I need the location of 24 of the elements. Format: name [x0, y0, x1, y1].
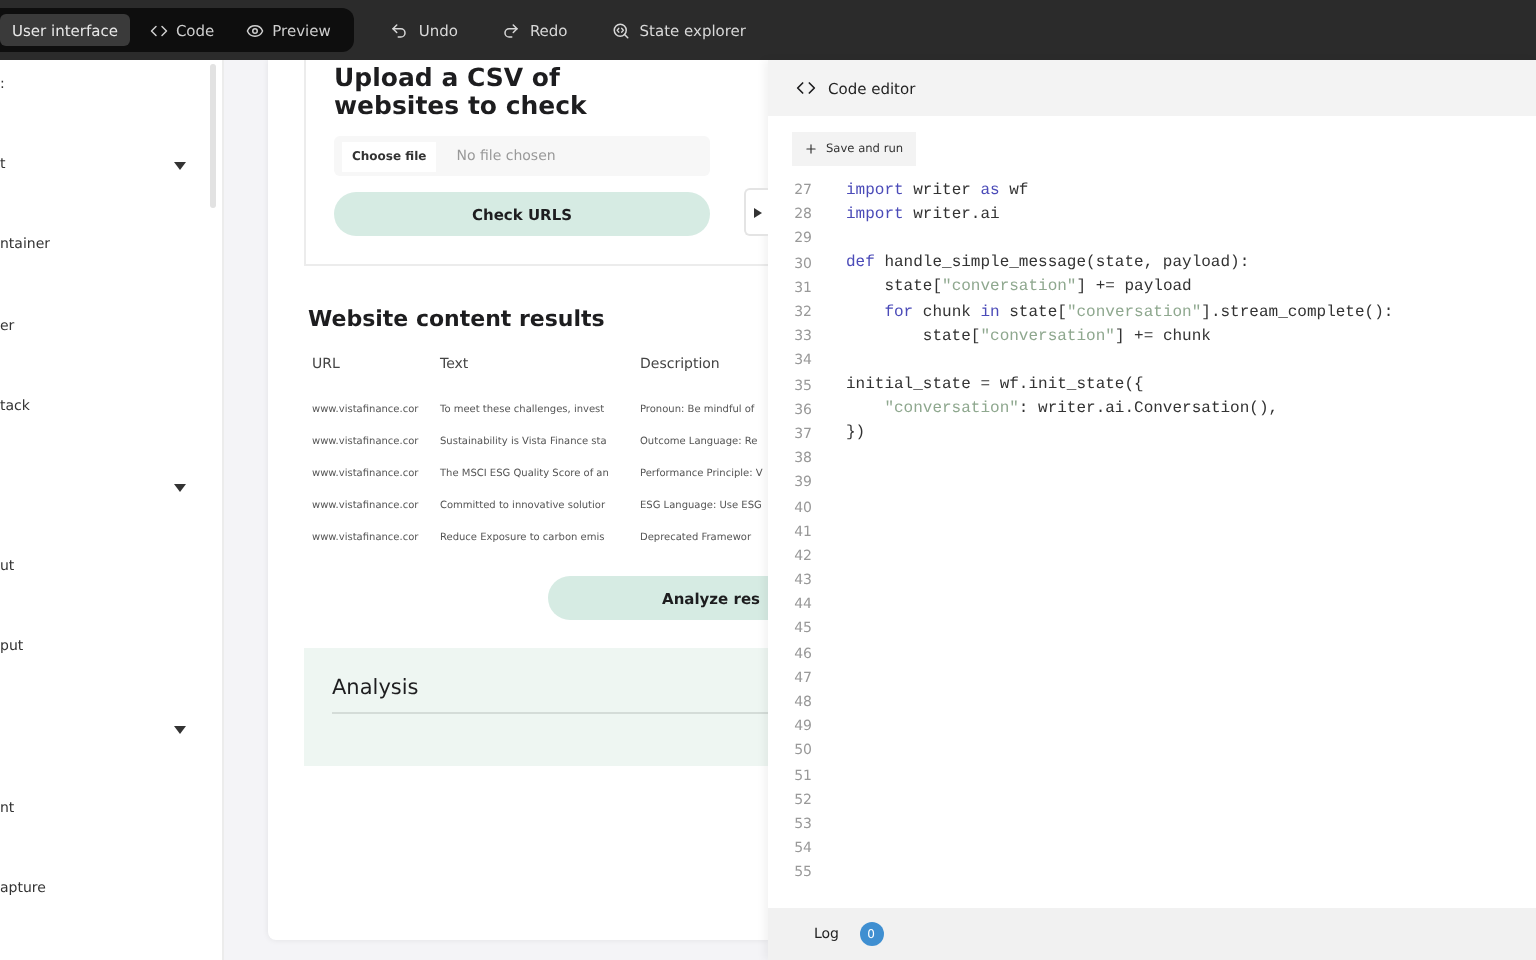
caret-icon[interactable]	[174, 725, 186, 733]
plus-icon	[804, 142, 818, 156]
eye-icon	[246, 21, 265, 39]
code-icon	[796, 78, 816, 98]
code-icon	[149, 21, 168, 39]
caret-icon[interactable]	[174, 483, 186, 492]
code-line: for chunk in state["conversation"].stream_complete():	[882, 303, 1394, 322]
code-line: initial_state = wf.init_state({	[846, 376, 1144, 395]
redo-icon	[501, 21, 520, 39]
triangle-icon	[753, 207, 761, 217]
search-icon	[611, 21, 630, 39]
analysis-title: Analysis	[332, 676, 768, 714]
code-line: state["conversation"] += chunk	[920, 327, 1211, 346]
code-line: "conversation": writer.ai.Conversation(),	[882, 400, 1279, 419]
collapse-button[interactable]	[744, 188, 768, 236]
code-line: import writer as wf	[846, 181, 1029, 200]
section-heading: Upload a CSV of websites to check	[334, 64, 589, 120]
undo-icon	[390, 21, 409, 39]
section-heading: Website content results	[308, 306, 607, 332]
code-line: def handle_simple_message(state, payload):	[846, 254, 1250, 273]
code-line: import writer.ai	[846, 205, 1000, 224]
code-line: })	[846, 424, 866, 443]
caret-icon[interactable]	[174, 162, 186, 171]
code-line: state["conversation"] += payload	[882, 278, 1192, 297]
